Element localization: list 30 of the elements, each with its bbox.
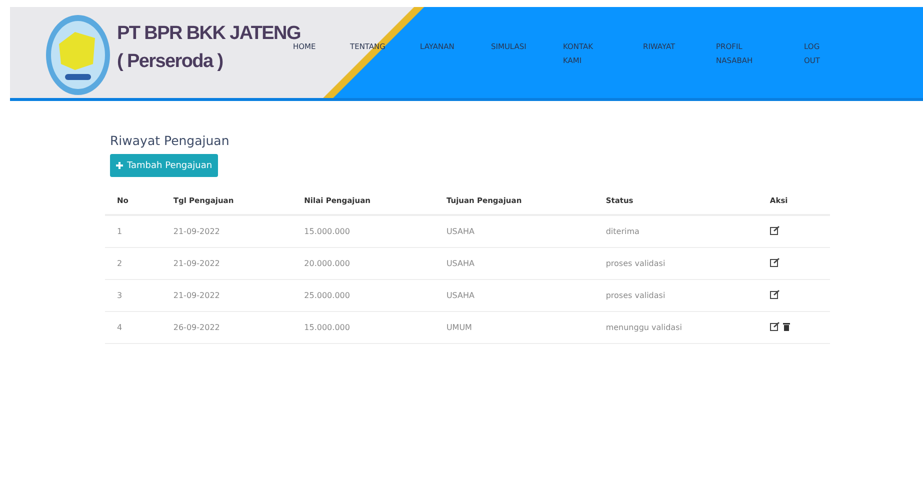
edit-icon[interactable] bbox=[770, 226, 780, 235]
plus-icon bbox=[116, 162, 123, 169]
table-cell: 25.000.000 bbox=[304, 280, 446, 312]
table-cell: 2 bbox=[105, 248, 162, 280]
table-cell: 21-09-2022 bbox=[161, 248, 304, 280]
table-cell: menunggu validasi bbox=[606, 312, 770, 344]
edit-icon[interactable] bbox=[770, 290, 780, 299]
table-cell: USAHA bbox=[446, 215, 606, 248]
add-button[interactable]: Tambah Pengajuan bbox=[110, 154, 218, 177]
table-cell: 15.000.000 bbox=[304, 312, 446, 344]
edit-icon[interactable] bbox=[770, 258, 780, 267]
table-cell: USAHA bbox=[446, 248, 606, 280]
logo-icon bbox=[45, 14, 111, 96]
table-cell: 21-09-2022 bbox=[161, 215, 304, 248]
trash-icon[interactable] bbox=[782, 322, 790, 331]
table-cell: 15.000.000 bbox=[304, 215, 446, 248]
table-cell: USAHA bbox=[446, 280, 606, 312]
table-cell: 1 bbox=[105, 215, 162, 248]
brand-subtitle: ( Perseroda ) bbox=[117, 50, 223, 74]
page-title: Riwayat Pengajuan bbox=[110, 133, 230, 148]
table-cell: 20.000.000 bbox=[304, 248, 446, 280]
table-cell: 21-09-2022 bbox=[161, 280, 304, 312]
table-cell: diterima bbox=[606, 215, 770, 248]
table-cell: 4 bbox=[105, 312, 162, 344]
table-cell: proses validasi bbox=[606, 280, 770, 312]
table-cell: UMUM bbox=[446, 312, 606, 344]
table-cell: 26-09-2022 bbox=[161, 312, 304, 344]
table-cell: proses validasi bbox=[606, 248, 770, 280]
edit-icon[interactable] bbox=[770, 322, 780, 331]
table-cell: 3 bbox=[105, 280, 162, 312]
